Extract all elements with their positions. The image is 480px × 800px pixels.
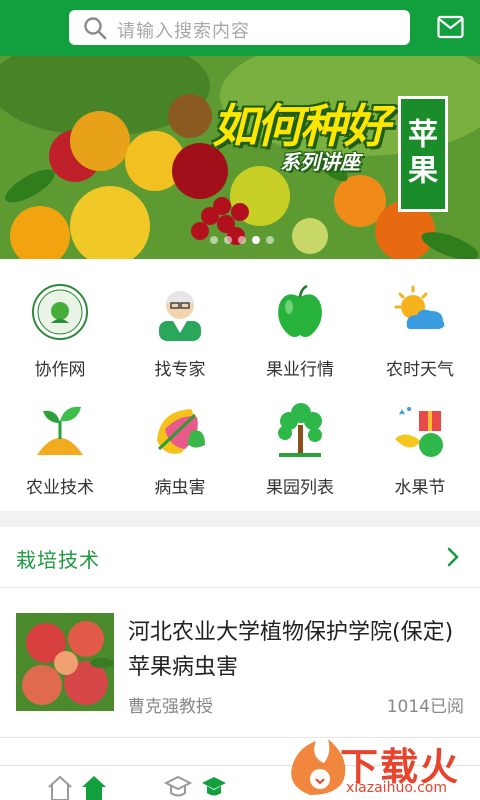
carousel-dot[interactable]	[210, 236, 218, 244]
article-list-item[interactable]: 河北农业大学植物保护学院(保定)苹果病虫害 曹克强教授 1014已阅	[0, 588, 480, 734]
weather-icon	[394, 285, 445, 329]
graduation-cap-outline-icon[interactable]	[164, 774, 192, 800]
carousel-dot[interactable]	[266, 236, 274, 244]
search-input[interactable]: 请输入搜索内容	[69, 10, 410, 45]
grid-item-agri-tech[interactable]: 农业技术	[0, 377, 120, 498]
article-title: 河北农业大学植物保护学院(保定)苹果病虫害	[128, 620, 454, 680]
chevron-right-icon[interactable]	[446, 546, 460, 568]
leaf-pest-icon	[157, 409, 205, 454]
apple-icon	[278, 284, 322, 337]
watermark-url: xiazaihuo.com	[346, 780, 447, 796]
expert-icon	[159, 291, 201, 341]
grid-item-fruit-festival[interactable]: 水果节	[360, 377, 480, 498]
top-bar: 请输入搜索内容	[0, 0, 480, 56]
graduation-cap-icon[interactable]	[200, 774, 228, 800]
grid-item-fruit-market[interactable]: 果业行情	[240, 259, 360, 380]
fruit-gift-icon	[395, 407, 443, 457]
grid-item-cooperation-network[interactable]: 协作网	[0, 259, 120, 380]
sprout-icon	[37, 406, 83, 455]
mail-icon[interactable]	[437, 15, 464, 39]
carousel-dot[interactable]	[224, 236, 232, 244]
article-views: 1014已阅	[386, 697, 464, 717]
home-outline-icon[interactable]	[46, 774, 74, 800]
grid-item-label: 果园列表	[266, 478, 334, 498]
banner-subtitle: 系列讲座	[280, 150, 360, 174]
grid-item-label: 水果节	[394, 478, 446, 498]
orchard-tree-icon	[278, 403, 322, 457]
grid-item-pests[interactable]: 病虫害	[120, 377, 240, 498]
search-placeholder: 请输入搜索内容	[117, 21, 250, 42]
network-logo-icon	[32, 284, 88, 340]
grid-item-farm-weather[interactable]: 农时天气	[360, 259, 480, 380]
grid-item-find-expert[interactable]: 找专家	[120, 259, 240, 380]
section-title[interactable]: 栽培技术	[16, 544, 100, 573]
grid-item-label: 病虫害	[154, 478, 206, 498]
carousel-dot-active[interactable]	[252, 236, 260, 244]
carousel-dot[interactable]	[238, 236, 246, 244]
article-author: 曹克强教授	[128, 697, 213, 717]
grid-item-label: 农业技术	[26, 478, 94, 498]
home-icon[interactable]	[80, 774, 108, 800]
banner-fruit-label: 苹果	[398, 96, 448, 212]
grid-item-orchard-list[interactable]: 果园列表	[240, 377, 360, 498]
feature-grid: 协作网 找专家 果业行情 农时天气 农业技术 病虫害 果园列表 水果节	[0, 259, 480, 511]
banner-carousel[interactable]: 如何种好 系列讲座 苹果	[0, 56, 480, 259]
search-icon	[84, 17, 107, 40]
article-thumbnail	[16, 613, 114, 711]
carousel-indicator	[210, 236, 274, 246]
